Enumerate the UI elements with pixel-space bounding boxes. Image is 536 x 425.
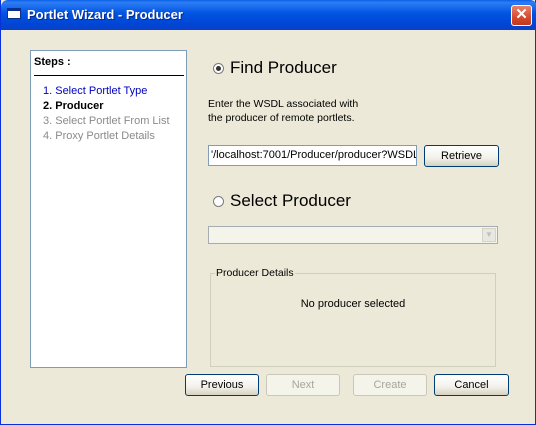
close-button[interactable]: ✕	[511, 5, 532, 26]
cancel-button[interactable]: Cancel	[434, 374, 509, 396]
step-select-portlet-from-list: 3. Select Portlet From List	[43, 115, 170, 127]
select-producer-radio[interactable]	[213, 196, 224, 207]
wsdl-description-line2: the producer of remote portlets.	[208, 112, 355, 124]
portlet-wizard-window: Portlet Wizard - Producer ✕ Steps : 1. S…	[0, 0, 536, 425]
retrieve-button[interactable]: Retrieve	[424, 145, 499, 167]
producer-details-legend: Producer Details	[215, 267, 295, 279]
create-button[interactable]: Create	[353, 374, 427, 396]
chevron-down-icon[interactable]: ▼	[482, 228, 496, 242]
find-producer-radio[interactable]	[213, 63, 224, 74]
window-icon	[7, 8, 21, 19]
wsdl-description-line1: Enter the WSDL associated with	[208, 98, 359, 110]
find-producer-label[interactable]: Find Producer	[230, 58, 337, 78]
step-producer: 2. Producer	[43, 100, 104, 112]
step-proxy-portlet-details: 4. Proxy Portlet Details	[43, 130, 155, 142]
window-title: Portlet Wizard - Producer	[27, 7, 183, 22]
previous-button[interactable]: Previous	[185, 374, 259, 396]
producer-dropdown[interactable]: ▼	[208, 226, 498, 244]
producer-details-message: No producer selected	[300, 298, 406, 310]
select-producer-label[interactable]: Select Producer	[230, 191, 351, 211]
steps-divider	[34, 75, 184, 76]
wsdl-description: Enter the WSDL associated with the produ…	[208, 97, 358, 125]
steps-heading: Steps :	[34, 56, 71, 68]
title-bar[interactable]: Portlet Wizard - Producer ✕	[1, 0, 536, 30]
wsdl-input[interactable]: '/localhost:7001/Producer/producer?WSDL	[208, 145, 417, 166]
steps-panel: Steps : 1. Select Portlet Type 2. Produc…	[30, 50, 187, 368]
producer-details-group: Producer Details No producer selected	[210, 267, 496, 367]
next-button[interactable]: Next	[266, 374, 340, 396]
step-select-portlet-type[interactable]: 1. Select Portlet Type	[43, 85, 147, 97]
